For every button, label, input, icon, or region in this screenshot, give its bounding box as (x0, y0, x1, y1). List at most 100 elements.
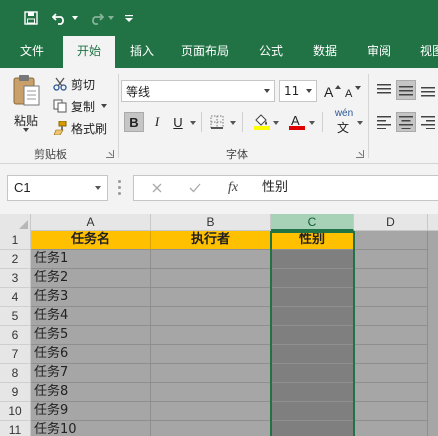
name-box[interactable]: C1 (7, 175, 108, 201)
cell-d8[interactable] (354, 364, 428, 383)
cancel-icon[interactable] (148, 176, 166, 200)
cell-c6[interactable] (271, 326, 354, 345)
cell-d6[interactable] (354, 326, 428, 345)
cell-c11[interactable] (271, 421, 354, 436)
cell-a4[interactable]: 任务3 (31, 288, 151, 307)
tab-page-layout[interactable]: 页面布局 (171, 36, 239, 68)
cell-a2[interactable]: 任务1 (31, 250, 151, 269)
enter-icon[interactable] (186, 176, 204, 200)
align-center-button[interactable] (396, 112, 416, 132)
cell-b10[interactable] (151, 402, 271, 421)
cell-c2[interactable] (271, 250, 354, 269)
row-header[interactable]: 6 (0, 326, 31, 345)
cell-d9[interactable] (354, 383, 428, 402)
cell-d2[interactable] (354, 250, 428, 269)
redo-icon[interactable] (86, 7, 106, 29)
row-header[interactable]: 10 (0, 402, 31, 421)
row-header[interactable]: 4 (0, 288, 31, 307)
increase-font-size-button[interactable]: A (322, 81, 342, 101)
cell-b5[interactable] (151, 307, 271, 326)
redo-dropdown-icon[interactable] (106, 7, 116, 29)
phonetic-guide-button[interactable]: wén 文 (331, 108, 357, 135)
cell-b11[interactable] (151, 421, 271, 436)
cell-c8[interactable] (271, 364, 354, 383)
tab-formulas[interactable]: 公式 (248, 36, 294, 68)
copy-button[interactable]: 复制 (52, 96, 108, 116)
underline-button[interactable]: U (168, 112, 188, 132)
cell-c5[interactable] (271, 307, 354, 326)
cell-c1[interactable]: 性别 (271, 231, 354, 250)
row-header[interactable]: 9 (0, 383, 31, 402)
undo-icon[interactable] (50, 7, 70, 29)
chevron-down-icon[interactable] (309, 121, 315, 125)
tab-data[interactable]: 数据 (302, 36, 348, 68)
cell-d11[interactable] (354, 421, 428, 436)
formula-bar-grip[interactable] (118, 180, 121, 196)
paste-button[interactable]: 粘贴 (8, 74, 46, 134)
cell-a1[interactable]: 任务名 (31, 231, 151, 250)
row-header[interactable]: 11 (0, 421, 31, 436)
chevron-down-icon[interactable] (190, 121, 196, 125)
cell-b6[interactable] (151, 326, 271, 345)
cell-c3[interactable] (271, 269, 354, 288)
cell-a6[interactable]: 任务5 (31, 326, 151, 345)
clipboard-launcher-icon[interactable] (106, 150, 114, 158)
chevron-down-icon[interactable] (230, 121, 236, 125)
chevron-down-icon[interactable] (357, 121, 363, 125)
font-name-select[interactable]: 等线 (121, 80, 275, 102)
row-header[interactable]: 3 (0, 269, 31, 288)
cell-d10[interactable] (354, 402, 428, 421)
tab-home[interactable]: 开始 (63, 36, 115, 68)
cell-c10[interactable] (271, 402, 354, 421)
cell-b8[interactable] (151, 364, 271, 383)
cut-button[interactable]: 剪切 (52, 74, 95, 94)
tab-review[interactable]: 审阅 (356, 36, 402, 68)
cell-a3[interactable]: 任务2 (31, 269, 151, 288)
decrease-font-size-button[interactable]: A (343, 81, 363, 101)
font-color-button[interactable]: A (287, 111, 307, 131)
row-header[interactable]: 7 (0, 345, 31, 364)
column-header-b[interactable]: B (151, 214, 271, 231)
align-right-button[interactable] (418, 112, 438, 132)
cell-c7[interactable] (271, 345, 354, 364)
cell-a7[interactable]: 任务6 (31, 345, 151, 364)
cell-c4[interactable] (271, 288, 354, 307)
cell-a10[interactable]: 任务9 (31, 402, 151, 421)
cell-d4[interactable] (354, 288, 428, 307)
cell-d1[interactable] (354, 231, 428, 250)
cell-d7[interactable] (354, 345, 428, 364)
column-header-a[interactable]: A (31, 214, 151, 231)
cell-b3[interactable] (151, 269, 271, 288)
row-header[interactable]: 2 (0, 250, 31, 269)
customize-qat-icon[interactable] (122, 7, 136, 29)
save-icon[interactable] (20, 7, 42, 29)
row-header[interactable]: 5 (0, 307, 31, 326)
font-size-select[interactable]: 11 (279, 80, 317, 102)
select-all-button[interactable] (0, 214, 31, 231)
cell-b4[interactable] (151, 288, 271, 307)
cell-d3[interactable] (354, 269, 428, 288)
insert-function-button[interactable]: fx (222, 176, 244, 200)
cell-a11[interactable]: 任务10 (31, 421, 151, 436)
cell-a5[interactable]: 任务4 (31, 307, 151, 326)
align-left-button[interactable] (374, 112, 394, 132)
format-painter-button[interactable]: 格式刷 (52, 118, 107, 138)
align-middle-button[interactable] (396, 80, 416, 100)
cell-a9[interactable]: 任务8 (31, 383, 151, 402)
bold-button[interactable]: B (124, 112, 144, 132)
row-header[interactable]: 8 (0, 364, 31, 383)
italic-button[interactable]: I (147, 112, 167, 132)
column-header-c[interactable]: C (271, 214, 354, 231)
undo-dropdown-icon[interactable] (70, 7, 80, 29)
font-launcher-icon[interactable] (356, 150, 364, 158)
fill-color-button[interactable] (252, 111, 272, 131)
cell-d5[interactable] (354, 307, 428, 326)
borders-button[interactable] (207, 112, 227, 132)
align-bottom-button[interactable] (418, 80, 438, 100)
tab-view[interactable]: 视图 (410, 36, 438, 68)
cell-b9[interactable] (151, 383, 271, 402)
cell-b2[interactable] (151, 250, 271, 269)
tab-file[interactable]: 文件 (8, 36, 56, 68)
align-top-button[interactable] (374, 80, 394, 100)
cell-c9[interactable] (271, 383, 354, 402)
